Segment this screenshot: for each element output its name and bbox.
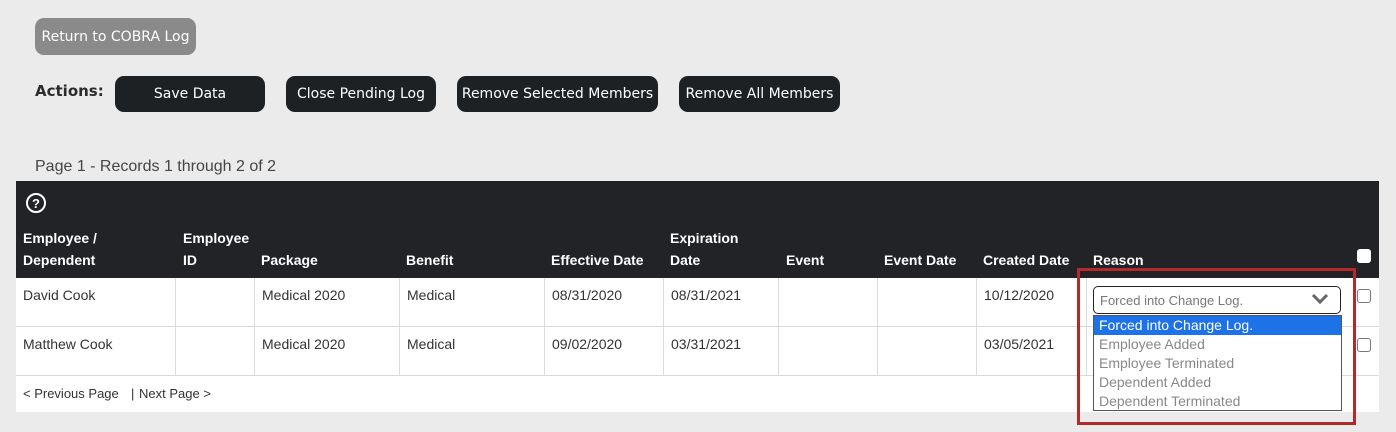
cell-benefit: Medical	[400, 278, 545, 326]
cell-package: Medical 2020	[255, 278, 400, 326]
col-reason: Reason	[1093, 252, 1144, 268]
cell-expiration-date: 03/31/2021	[664, 327, 779, 375]
next-page-link[interactable]: Next Page >	[139, 386, 211, 401]
cell-effective-date: 09/02/2020	[545, 327, 664, 375]
chevron-down-icon	[1311, 293, 1329, 305]
cell-event	[779, 327, 878, 375]
remove-selected-members-button[interactable]: Remove Selected Members	[457, 76, 658, 112]
cell-benefit: Medical	[400, 327, 545, 375]
col-event: Event	[786, 252, 825, 268]
cell-package: Medical 2020	[255, 327, 400, 375]
reason-dropdown: Forced into Change Log. Employee Added E…	[1093, 315, 1342, 411]
actions-label: Actions:	[35, 82, 104, 100]
cell-created-date: 10/12/2020	[977, 278, 1087, 326]
cell-name: David Cook	[16, 278, 176, 326]
reason-option-employee-terminated[interactable]: Employee Terminated	[1094, 354, 1341, 373]
reason-option-dependent-added[interactable]: Dependent Added	[1094, 373, 1341, 392]
cell-effective-date: 08/31/2020	[545, 278, 664, 326]
table-header: ? Employee / Dependent Employee ID Package…	[16, 181, 1379, 278]
previous-page-link[interactable]: < Previous Page	[23, 386, 119, 401]
help-icon[interactable]: ?	[26, 193, 46, 213]
reason-option-employee-added[interactable]: Employee Added	[1094, 335, 1341, 354]
cell-created-date: 03/05/2021	[977, 327, 1087, 375]
cell-name: Matthew Cook	[16, 327, 176, 375]
col-employee-id: Employee ID	[183, 230, 250, 268]
cell-event	[779, 278, 878, 326]
reason-option-forced[interactable]: Forced into Change Log.	[1094, 316, 1341, 335]
col-employee-dependent: Employee / Dependent	[23, 230, 97, 268]
remove-all-members-button[interactable]: Remove All Members	[679, 76, 840, 112]
close-pending-log-button[interactable]: Close Pending Log	[286, 76, 436, 112]
cell-employee-id	[176, 327, 255, 375]
pager-separator: |	[131, 386, 135, 401]
return-to-cobra-log-button[interactable]: Return to COBRA Log	[35, 18, 196, 55]
cell-employee-id	[176, 278, 255, 326]
col-expiration-date: Expiration Date	[670, 230, 739, 268]
reason-select-value: Forced into Change Log.	[1100, 293, 1244, 308]
col-effective-date: Effective Date	[551, 252, 644, 268]
col-benefit: Benefit	[406, 252, 454, 268]
row-select-checkbox[interactable]	[1357, 338, 1371, 352]
col-event-date: Event Date	[884, 252, 957, 268]
cell-event-date	[878, 327, 977, 375]
page-info: Page 1 - Records 1 through 2 of 2	[35, 158, 277, 175]
cell-event-date	[878, 278, 977, 326]
reason-option-dependent-terminated[interactable]: Dependent Terminated	[1094, 392, 1341, 411]
col-package: Package	[261, 252, 318, 268]
cell-expiration-date: 08/31/2021	[664, 278, 779, 326]
row-select-checkbox[interactable]	[1357, 289, 1371, 303]
reason-select[interactable]: Forced into Change Log.	[1093, 286, 1341, 314]
save-data-button[interactable]: Save Data	[115, 76, 265, 112]
col-created-date: Created Date	[983, 252, 1070, 268]
select-all-checkbox[interactable]	[1357, 249, 1371, 263]
